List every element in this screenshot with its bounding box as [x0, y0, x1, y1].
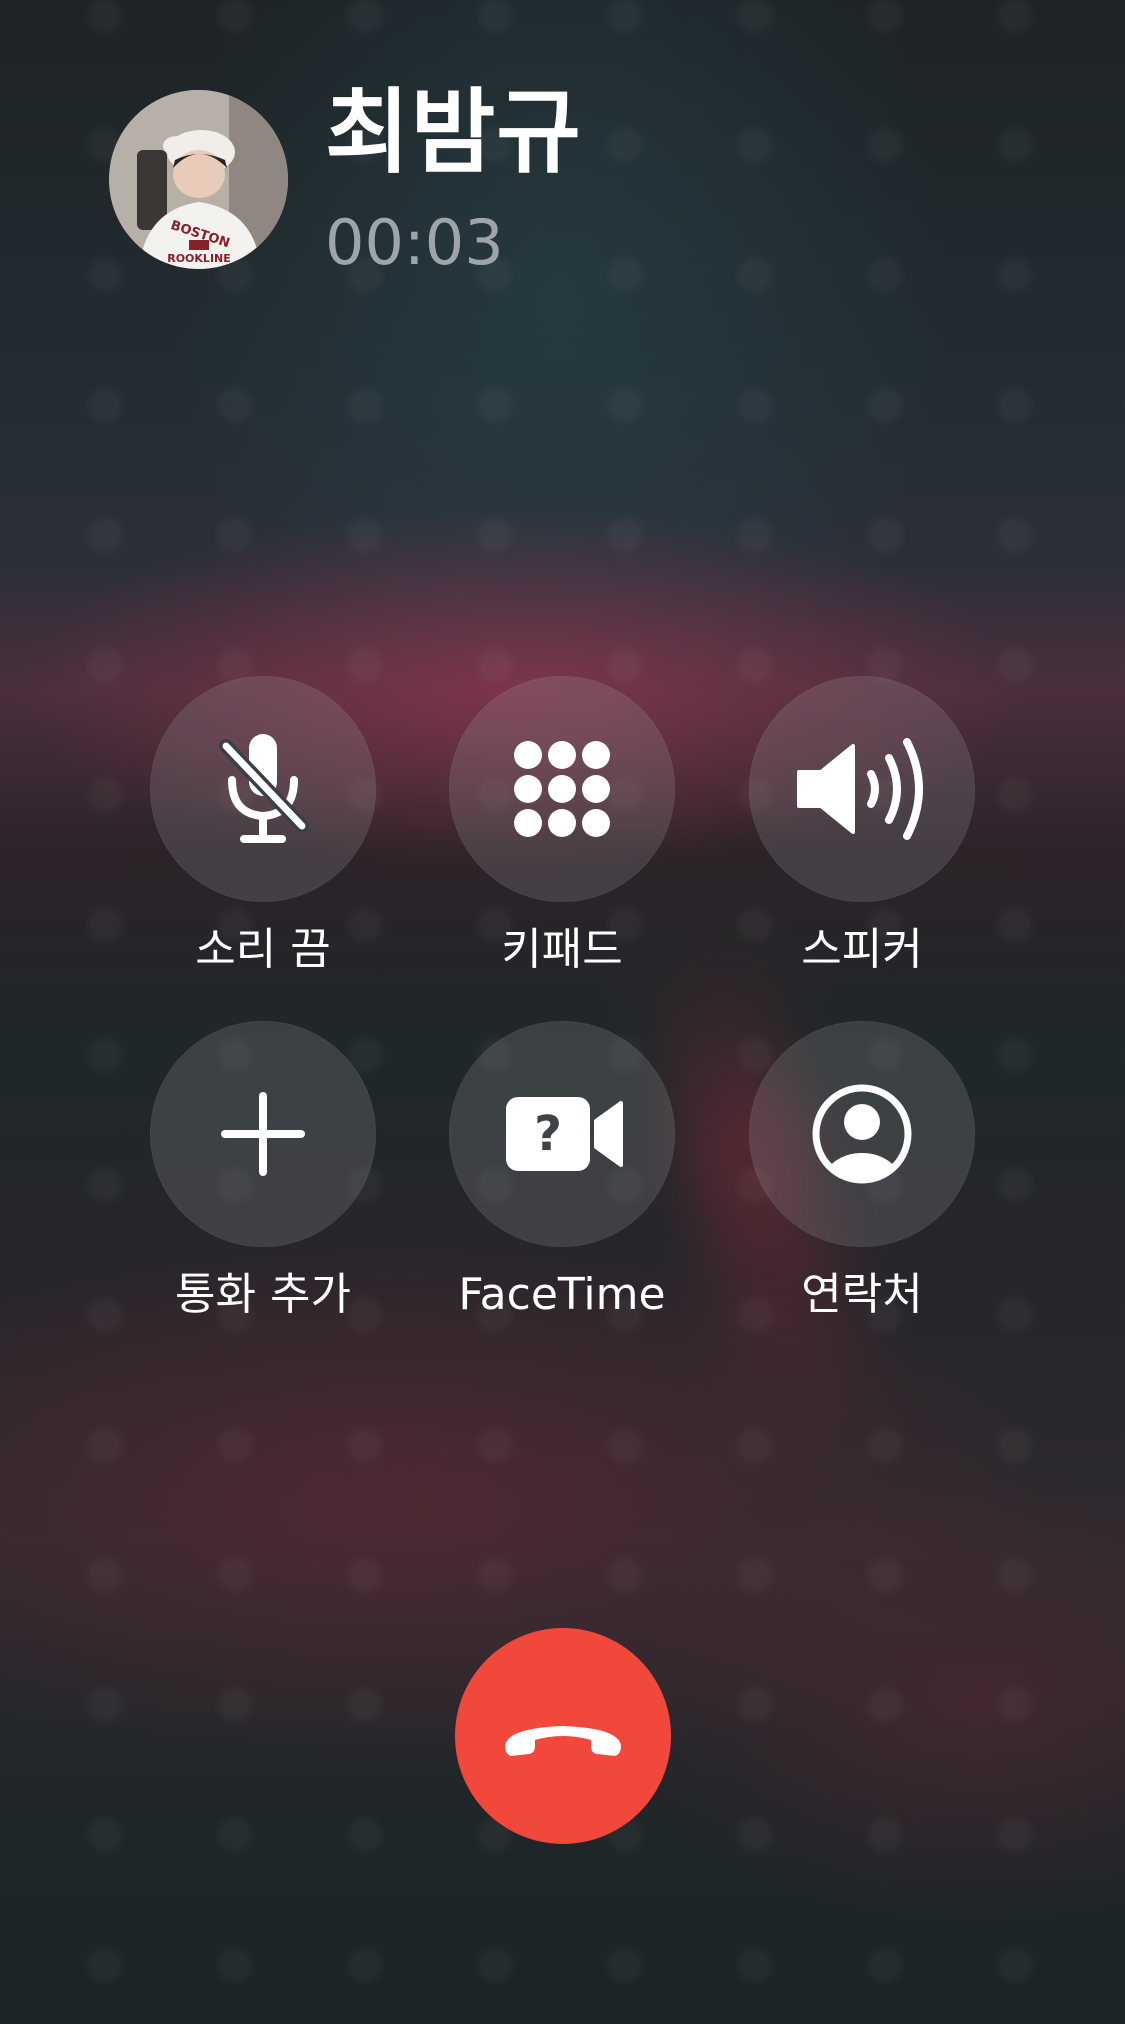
avatar-photo-icon: BOSTON ROOKLINE	[109, 90, 288, 269]
call-duration: 00:03	[325, 206, 504, 279]
mic-slash-icon	[219, 734, 309, 843]
mute-label: 소리 끔	[195, 924, 331, 975]
speaker-control[interactable]: 스피커	[712, 676, 1012, 1006]
facetime-label: FaceTime	[458, 1269, 666, 1320]
caller-avatar: BOSTON ROOKLINE	[109, 90, 288, 269]
svg-text:?: ?	[534, 1106, 562, 1162]
svg-text:ROOKLINE: ROOKLINE	[167, 252, 231, 265]
contacts-button[interactable]	[749, 1021, 975, 1247]
add-call-button[interactable]	[150, 1021, 376, 1247]
speaker-wave-icon	[797, 738, 923, 840]
contacts-label: 연락처	[801, 1269, 923, 1320]
facetime-button[interactable]: ?	[449, 1021, 675, 1247]
video-question-icon: ?	[506, 1097, 623, 1171]
keypad-button[interactable]	[449, 676, 675, 902]
phone-down-icon	[505, 1726, 621, 1756]
keypad-grid-icon	[514, 741, 610, 837]
mute-button[interactable]	[150, 676, 376, 902]
keypad-label: 키패드	[501, 924, 623, 975]
caller-name: 최밤규	[325, 79, 582, 186]
add-call-control[interactable]: 통화 추가	[113, 1021, 413, 1351]
end-call-button[interactable]	[455, 1628, 671, 1844]
contacts-control[interactable]: 연락처	[712, 1021, 1012, 1351]
mute-control[interactable]: 소리 끔	[113, 676, 413, 1006]
facetime-control[interactable]: ? FaceTime	[412, 1021, 712, 1351]
person-circle-icon	[812, 1084, 912, 1184]
add-call-label: 통화 추가	[175, 1269, 351, 1320]
speaker-button[interactable]	[749, 676, 975, 902]
plus-icon	[221, 1092, 305, 1176]
speaker-label: 스피커	[801, 924, 923, 975]
keypad-control[interactable]: 키패드	[412, 676, 712, 1006]
